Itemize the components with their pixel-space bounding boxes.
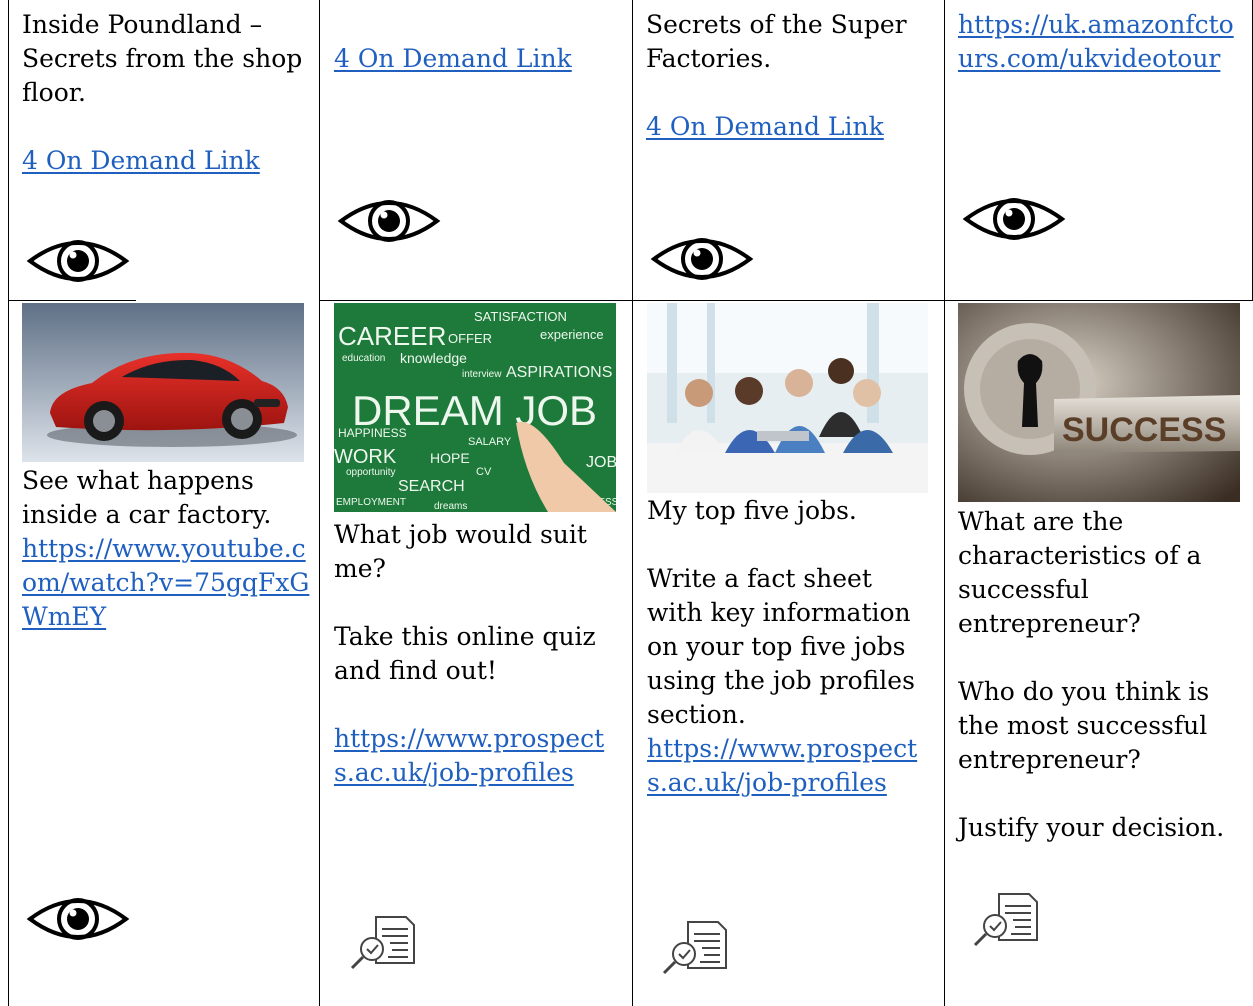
activity-question: What job would suit me? [334, 520, 587, 583]
board-word: knowledge [400, 350, 467, 366]
board-word: interview [462, 369, 502, 380]
prospects-link[interactable]: https://www.prospects.ac.uk/job-profiles [647, 734, 917, 797]
document-search-icon [350, 916, 415, 970]
board-word: SALARY [468, 436, 512, 448]
document-search-icon [973, 893, 1038, 947]
on-demand-link[interactable]: 4 On Demand Link [22, 146, 260, 175]
table-border-left [8, 0, 9, 1006]
eye-icon [26, 240, 130, 282]
key-inscription: SUCCESS [1062, 411, 1226, 449]
board-word: CAREER [338, 321, 446, 351]
activity-text: See what happens inside a car factory. [22, 466, 272, 529]
document-search-icon [662, 921, 727, 975]
board-word: OFFER [448, 331, 492, 346]
board-word: ASPIRATIONS [506, 364, 612, 381]
dream-job-chalkboard-image: SATISFACTION CAREER OFFER experience edu… [334, 303, 616, 512]
youtube-link[interactable]: https://www.youtube.com/watch?v=75gqFxGW… [22, 534, 309, 631]
board-word: experience [540, 327, 604, 342]
table-border-col2 [319, 0, 320, 1006]
cell-r2c3: My top five jobs. Write a fact sheet wit… [647, 494, 932, 800]
board-word: EMPLOYMENT [336, 497, 406, 508]
cell-r1c4: https://uk.amazonfctours.com/ukvideotour [958, 8, 1243, 76]
board-word: WORK [334, 446, 397, 468]
eye-icon [26, 898, 130, 940]
eye-icon [337, 200, 441, 242]
board-word: SEARCH [398, 478, 465, 495]
table-border-col4 [944, 0, 945, 1006]
board-word: opportunity [346, 467, 395, 478]
activity-text: Write a fact sheet with key information … [647, 564, 915, 729]
activity-question: Who do you think is the most successful … [958, 677, 1210, 774]
amazon-tour-link[interactable]: https://uk.amazonfctours.com/ukvideotour [958, 10, 1234, 73]
on-demand-link[interactable]: 4 On Demand Link [334, 44, 572, 73]
eye-icon [650, 238, 754, 280]
board-word: education [342, 353, 385, 364]
programme-title: Inside Poundland – Secrets from the shop… [22, 10, 303, 107]
programme-title: Secrets of the Super Factories. [646, 10, 907, 73]
activity-title: My top five jobs. [647, 496, 857, 525]
eye-icon [962, 198, 1066, 240]
cell-r1c3: Secrets of the Super Factories. 4 On Dem… [646, 8, 938, 144]
table-row-divider [8, 300, 136, 301]
success-key-image: SUCCESS [958, 303, 1240, 502]
cell-r2c2: What job would suit me? Take this online… [334, 518, 614, 790]
red-sports-car-image [22, 303, 304, 462]
on-demand-link[interactable]: 4 On Demand Link [646, 112, 884, 141]
activity-grid: Inside Poundland – Secrets from the shop… [0, 0, 1253, 1006]
board-word: JOB [586, 454, 616, 471]
activity-question: What are the characteristics of a succes… [958, 507, 1202, 638]
board-word: CV [476, 466, 492, 478]
cell-r1c1: Inside Poundland – Secrets from the shop… [22, 8, 312, 178]
board-word: SATISFACTION [474, 309, 567, 324]
cell-r2c4: What are the characteristics of a succes… [958, 505, 1243, 845]
activity-text: Take this online quiz and find out! [334, 622, 596, 685]
cell-r2c1: See what happens inside a car factory. h… [22, 464, 312, 634]
activity-text: Justify your decision. [958, 813, 1225, 842]
cell-r1c2: 4 On Demand Link [334, 42, 624, 76]
prospects-link[interactable]: https://www.prospects.ac.uk/job-profiles [334, 724, 604, 787]
table-border-col3 [632, 0, 633, 1006]
board-word: HAPPINESS [338, 426, 407, 440]
board-word: HOPE [430, 450, 470, 466]
office-team-meeting-image [647, 303, 928, 493]
table-row-divider [319, 300, 1253, 301]
board-word: dreams [434, 501, 467, 512]
